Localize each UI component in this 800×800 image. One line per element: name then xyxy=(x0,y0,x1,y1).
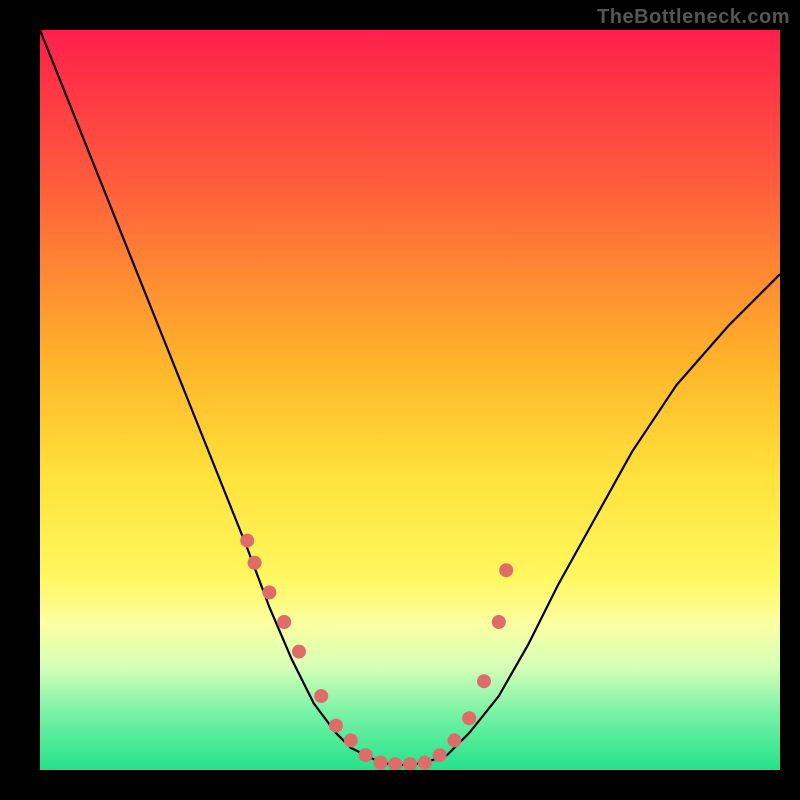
plot-area xyxy=(40,30,780,770)
data-marker xyxy=(344,733,358,747)
data-marker xyxy=(240,534,254,548)
data-marker xyxy=(373,756,387,770)
gradient-rect xyxy=(40,30,780,770)
watermark-text: TheBottleneck.com xyxy=(597,6,790,29)
data-marker xyxy=(359,748,373,762)
data-marker xyxy=(447,733,461,747)
data-marker xyxy=(477,674,491,688)
data-marker xyxy=(418,756,432,770)
data-marker xyxy=(262,585,276,599)
data-marker xyxy=(492,615,506,629)
data-marker xyxy=(329,719,343,733)
data-marker xyxy=(462,711,476,725)
chart-svg xyxy=(40,30,780,770)
data-marker xyxy=(277,615,291,629)
data-marker xyxy=(314,689,328,703)
chart-frame: TheBottleneck.com xyxy=(0,0,800,800)
data-marker xyxy=(292,645,306,659)
data-marker xyxy=(433,748,447,762)
data-marker xyxy=(499,563,513,577)
data-marker xyxy=(248,556,262,570)
